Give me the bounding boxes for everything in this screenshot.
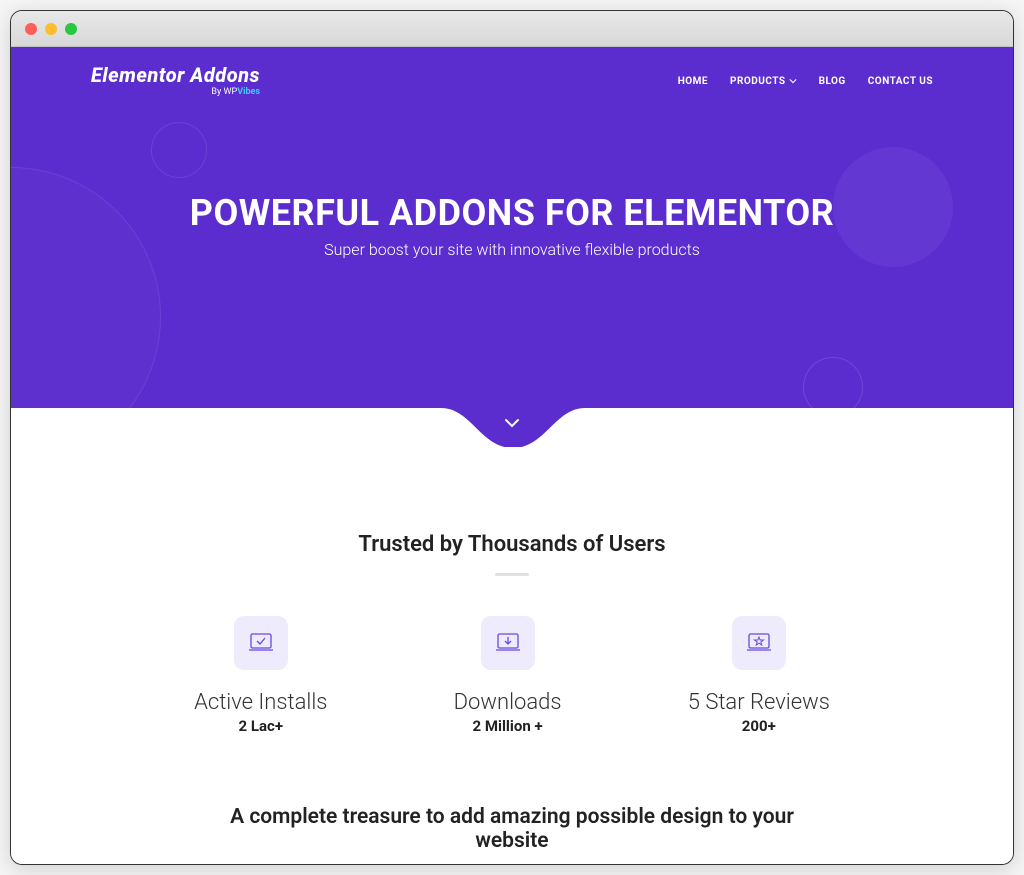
stat-title: Downloads bbox=[454, 690, 562, 715]
stat-downloads: Downloads 2 Million + bbox=[454, 616, 562, 735]
stat-title: 5 Star Reviews bbox=[688, 690, 830, 715]
top-nav: Elementor Addons By WPVibes HOME PRODUCT… bbox=[11, 47, 1013, 97]
browser-frame: Elementor Addons By WPVibes HOME PRODUCT… bbox=[10, 10, 1014, 865]
trusted-heading: Trusted by Thousands of Users bbox=[71, 532, 953, 557]
hero-subtitle: Super boost your site with innovative fl… bbox=[11, 240, 1013, 259]
hero-content: POWERFUL ADDONS FOR ELEMENTOR Super boos… bbox=[11, 192, 1013, 259]
logo-main-text: Elementor Addons bbox=[91, 65, 260, 85]
stat-title: Active Installs bbox=[194, 690, 327, 715]
nav-blog[interactable]: BLOG bbox=[819, 76, 846, 87]
nav-links: HOME PRODUCTS BLOG CONTACT US bbox=[678, 76, 933, 87]
window-minimize-icon[interactable] bbox=[45, 23, 57, 35]
stat-reviews: 5 Star Reviews 200+ bbox=[688, 616, 830, 735]
stat-value: 200+ bbox=[742, 717, 776, 735]
nav-home[interactable]: HOME bbox=[678, 76, 708, 87]
divider bbox=[495, 573, 529, 576]
laptop-download-icon bbox=[481, 616, 535, 670]
hero-section: Elementor Addons By WPVibes HOME PRODUCT… bbox=[11, 47, 1013, 447]
nav-contact[interactable]: CONTACT US bbox=[868, 76, 933, 87]
scroll-down-button[interactable] bbox=[502, 413, 522, 437]
hero-title: POWERFUL ADDONS FOR ELEMENTOR bbox=[11, 192, 1013, 234]
stat-value: 2 Lac+ bbox=[239, 717, 283, 735]
browser-titlebar bbox=[11, 11, 1013, 47]
site-logo[interactable]: Elementor Addons By WPVibes bbox=[91, 65, 260, 97]
window-maximize-icon[interactable] bbox=[65, 23, 77, 35]
logo-sub-text: By WPVibes bbox=[211, 87, 260, 97]
stat-active-installs: Active Installs 2 Lac+ bbox=[194, 616, 327, 735]
page-viewport: Elementor Addons By WPVibes HOME PRODUCT… bbox=[11, 47, 1013, 864]
decor-circle bbox=[151, 122, 207, 178]
laptop-check-icon bbox=[234, 616, 288, 670]
nav-products[interactable]: PRODUCTS bbox=[730, 76, 797, 87]
stats-section: Trusted by Thousands of Users Active Ins… bbox=[11, 447, 1013, 864]
window-close-icon[interactable] bbox=[25, 23, 37, 35]
tagline: A complete treasure to add amazing possi… bbox=[212, 805, 812, 853]
laptop-star-icon bbox=[732, 616, 786, 670]
chevron-down-icon bbox=[502, 413, 522, 433]
stat-value: 2 Million + bbox=[473, 717, 543, 735]
stats-row: Active Installs 2 Lac+ Downloads 2 Milli… bbox=[71, 616, 953, 735]
chevron-down-icon bbox=[789, 77, 797, 85]
